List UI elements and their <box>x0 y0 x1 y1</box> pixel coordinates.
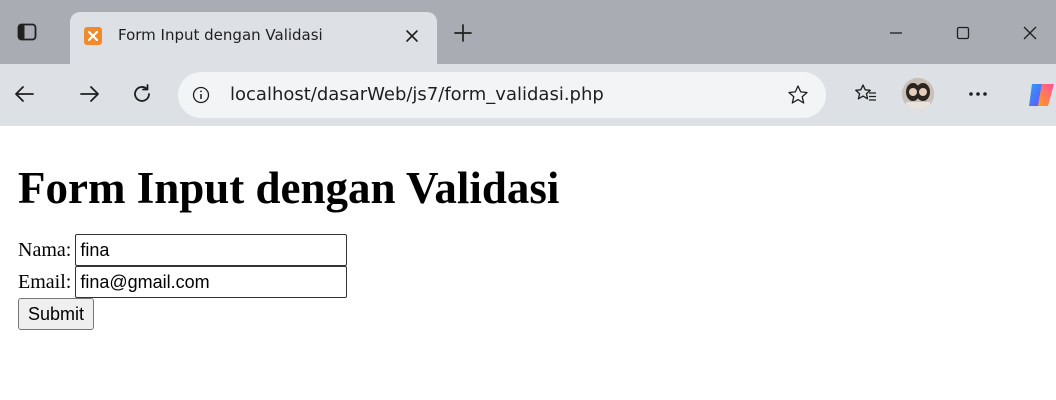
tab-form-validasi[interactable]: Form Input dengan Validasi <box>70 12 437 64</box>
form-row-submit: Submit <box>18 298 1038 330</box>
tab-close-icon[interactable] <box>400 24 424 48</box>
back-arrow-icon[interactable] <box>8 78 40 110</box>
submit-button[interactable]: Submit <box>18 298 95 330</box>
site-info-icon[interactable] <box>190 84 212 106</box>
favorite-star-icon[interactable] <box>786 83 810 107</box>
browser-toolbar: localhost/dasarWeb/js7/form_validasi.php <box>0 64 1056 126</box>
form-row-email: Email: <box>18 266 1038 298</box>
maximize-icon[interactable] <box>943 18 983 48</box>
forward-arrow-icon[interactable] <box>74 78 106 110</box>
minimize-icon[interactable] <box>876 18 916 48</box>
reload-icon[interactable] <box>126 78 158 110</box>
copilot-icon[interactable] <box>1026 80 1056 110</box>
address-url: localhost/dasarWeb/js7/form_validasi.php <box>230 84 604 105</box>
more-options-icon[interactable] <box>962 78 994 110</box>
address-bar[interactable]: localhost/dasarWeb/js7/form_validasi.php <box>178 72 826 118</box>
page-title: Form Input dengan Validasi <box>18 163 560 213</box>
new-tab-plus-icon[interactable] <box>450 20 476 46</box>
tab-title: Form Input dengan Validasi <box>118 26 323 44</box>
xampp-favicon-icon <box>84 27 102 45</box>
email-label: Email: <box>18 271 72 293</box>
close-window-icon[interactable] <box>1010 18 1050 48</box>
validation-form: Nama: Email: Submit <box>18 234 1038 330</box>
browser-titlebar: Form Input dengan Validasi <box>0 0 1056 64</box>
favorites-list-icon[interactable] <box>850 78 882 110</box>
page-body: Form Input dengan Validasi Nama: Email: … <box>18 162 1038 330</box>
nama-label: Nama: <box>18 239 72 261</box>
nama-input[interactable] <box>75 234 348 266</box>
email-input[interactable] <box>75 266 348 298</box>
form-row-nama: Nama: <box>18 234 1038 266</box>
tab-actions-icon[interactable] <box>16 22 38 42</box>
profile-avatar[interactable] <box>902 78 934 110</box>
